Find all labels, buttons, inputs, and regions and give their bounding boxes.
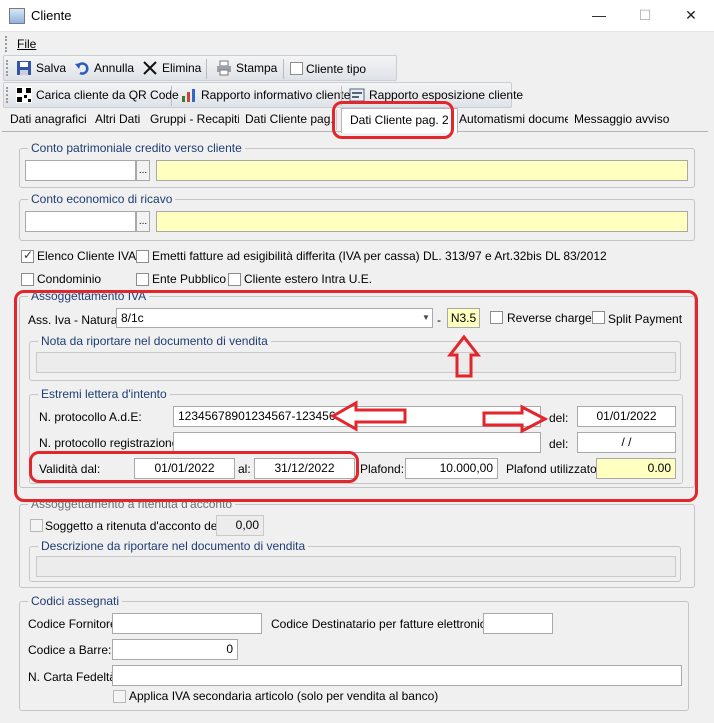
annotation-right-arrow [482, 404, 549, 434]
annotation-arrows [329, 334, 549, 434]
annotation-up-arrow [446, 334, 482, 378]
annotation-left-arrow [329, 400, 407, 432]
